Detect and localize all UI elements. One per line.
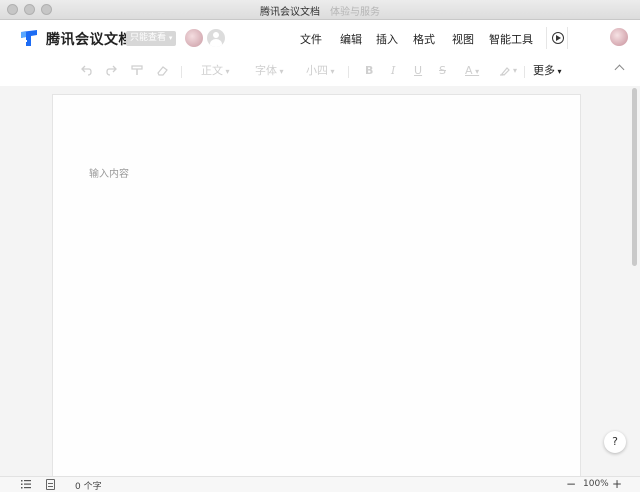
font-family-value: 字体	[255, 64, 277, 77]
editor-placeholder[interactable]: 输入内容	[89, 165, 129, 180]
paragraph-style-select[interactable]: 正文	[201, 65, 230, 78]
tencent-docs-logo-icon	[21, 30, 37, 46]
chevron-down-icon: ▾	[168, 34, 173, 42]
chevron-down-icon: ▾	[513, 66, 518, 75]
toolbar-divider	[181, 66, 182, 78]
italic-button[interactable]: I	[391, 65, 395, 77]
zoom-level[interactable]: 100%	[583, 479, 609, 489]
font-color-icon: A	[465, 64, 473, 77]
menu-insert[interactable]: 插入	[376, 31, 398, 47]
window-subtitle: 体验与服务	[330, 7, 380, 18]
present-button[interactable]	[546, 27, 568, 49]
help-button[interactable]: ?	[604, 431, 626, 453]
collapse-toolbar-chevron-up-icon[interactable]	[614, 64, 625, 75]
font-family-select[interactable]: 字体	[255, 65, 284, 78]
window-title-bar: 腾讯会议文档 体验与服务	[0, 0, 640, 20]
redo-icon[interactable]	[106, 65, 118, 76]
word-count: 0 个字	[75, 482, 102, 492]
formatting-toolbar: 正文 字体 小四 B I U S A ▾ 更多	[0, 56, 640, 86]
underline-button[interactable]: U	[414, 65, 422, 77]
document-info-icon[interactable]	[46, 479, 55, 490]
editor-workspace: 输入内容 ?	[0, 86, 640, 476]
menu-edit[interactable]: 编辑	[340, 31, 362, 47]
highlighter-icon[interactable]	[499, 65, 511, 76]
menu-smart-tools[interactable]: 智能工具	[489, 31, 533, 47]
vertical-scrollbar[interactable]	[632, 88, 637, 266]
status-bar: 0 个字 − 100% +	[0, 476, 640, 492]
zoom-in-button[interactable]: +	[612, 477, 622, 491]
menu-file[interactable]: 文件	[300, 31, 322, 47]
strikethrough-button[interactable]: S	[439, 65, 446, 77]
toolbar-divider	[348, 66, 349, 78]
format-painter-icon[interactable]	[131, 65, 143, 76]
menu-view[interactable]: 视图	[452, 31, 474, 47]
paragraph-style-value: 正文	[201, 64, 223, 77]
zoom-out-button[interactable]: −	[566, 477, 576, 491]
window-title: 腾讯会议文档 体验与服务	[0, 3, 640, 18]
undo-icon[interactable]	[80, 65, 92, 76]
font-size-value: 小四	[306, 64, 328, 77]
more-label: 更多	[533, 64, 555, 77]
user-avatar[interactable]	[610, 28, 628, 46]
font-size-select[interactable]: 小四	[306, 65, 335, 78]
app-header: 腾讯会议文档 只能查看 ▾ 文件 编辑 插入 格式 视图 智能工具	[0, 20, 640, 56]
toolbar-divider	[524, 66, 525, 78]
menu-bar: 文件 编辑 插入 格式 视图 智能工具	[300, 31, 533, 47]
outline-icon[interactable]	[21, 480, 31, 489]
document-page[interactable]: 输入内容	[52, 94, 581, 476]
window-title-text: 腾讯会议文档	[260, 7, 320, 18]
read-only-badge-label: 只能查看	[130, 33, 167, 43]
app-name: 腾讯会议文档	[46, 32, 133, 48]
guest-avatar[interactable]	[207, 29, 225, 47]
play-triangle-icon	[556, 35, 561, 41]
eraser-icon[interactable]	[156, 65, 168, 76]
menu-format[interactable]: 格式	[413, 31, 435, 47]
avatar[interactable]	[185, 29, 203, 47]
bold-button[interactable]: B	[365, 65, 373, 77]
read-only-badge[interactable]: 只能查看 ▾	[126, 31, 177, 46]
font-color-button[interactable]: A	[465, 65, 479, 78]
more-button[interactable]: 更多	[533, 65, 562, 78]
